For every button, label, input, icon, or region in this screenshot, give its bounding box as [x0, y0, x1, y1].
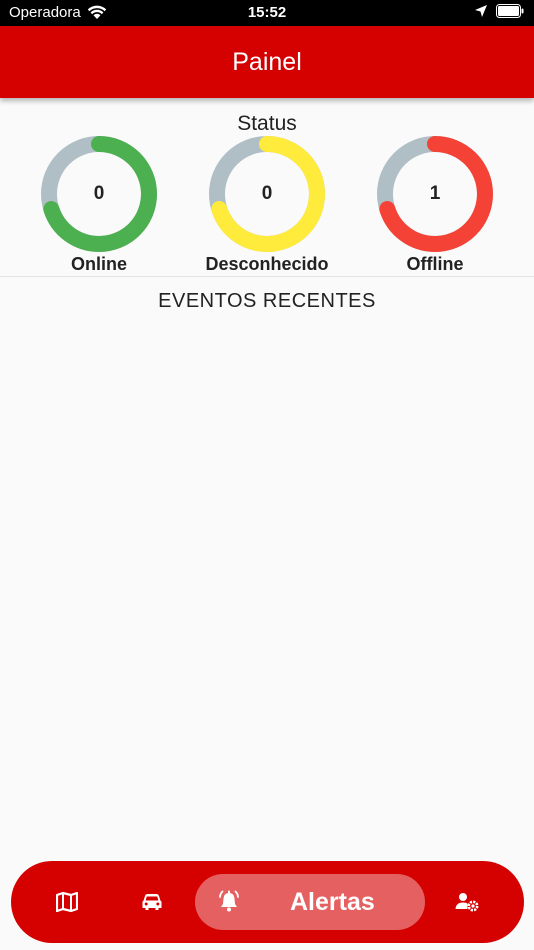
- recent-events-title: EVENTOS RECENTES: [158, 290, 376, 312]
- app-bar: Painel: [0, 26, 534, 98]
- battery-icon: [496, 4, 524, 18]
- user-settings-icon: [455, 893, 479, 912]
- location-arrow-icon: [475, 5, 487, 17]
- nav-account-settings-button[interactable]: [447, 861, 487, 943]
- nav-alerts-label: Alertas: [290, 888, 375, 916]
- status-bar-time: 15:52: [247, 4, 287, 21]
- status-bar-right: [474, 4, 524, 18]
- nav-alerts-button[interactable]: Alertas: [195, 874, 425, 930]
- nav-vehicles-button[interactable]: [131, 861, 173, 943]
- gauge-online-value: 0: [93, 183, 105, 204]
- gauge-unknown[interactable]: 0 Desconhecido: [187, 135, 347, 280]
- map-icon: [56, 892, 78, 912]
- nav-map-button[interactable]: [47, 861, 87, 943]
- bottom-navigation: Alertas: [11, 861, 524, 943]
- gauge-offline-value: 1: [429, 183, 441, 204]
- gauge-online[interactable]: 0 Online: [19, 135, 179, 280]
- gauge-unknown-value: 0: [261, 183, 273, 204]
- status-bar: Operadora 15:52: [0, 0, 534, 26]
- alarm-bell-icon: [219, 890, 239, 912]
- page-title: Painel: [232, 47, 302, 76]
- status-section-title: Status: [237, 112, 297, 135]
- gauge-offline-label: Offline: [406, 254, 464, 274]
- gauge-offline[interactable]: 1 Offline: [355, 135, 515, 280]
- section-divider: [0, 276, 534, 277]
- car-icon: [142, 894, 162, 910]
